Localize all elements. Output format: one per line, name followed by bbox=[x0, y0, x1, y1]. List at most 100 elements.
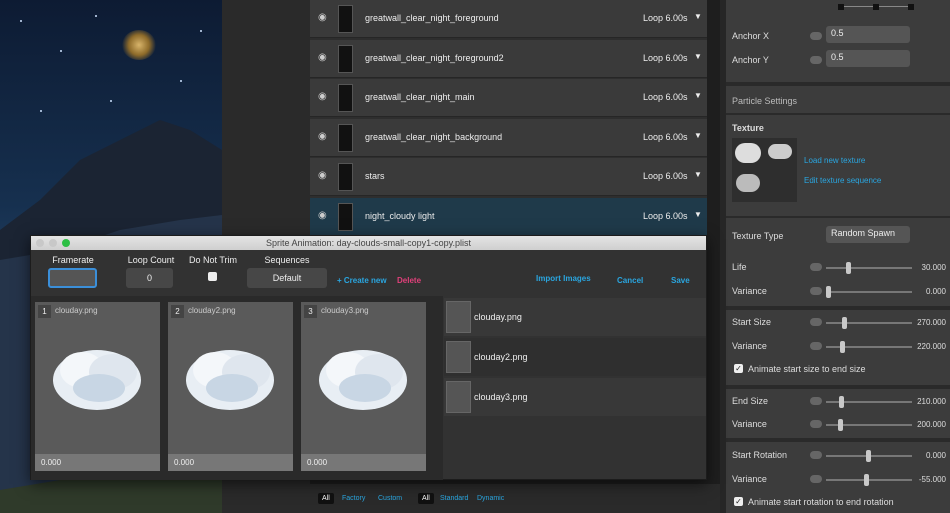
variance3-label: Variance bbox=[732, 419, 767, 429]
variance2-slider-track[interactable] bbox=[826, 346, 912, 348]
layer-row[interactable]: ◉ greatwall_clear_night_main Loop 6.00s ▼ bbox=[310, 79, 707, 117]
sequence-select[interactable]: Default bbox=[247, 268, 327, 288]
end_size-label: End Size bbox=[732, 396, 769, 406]
properties-panel: Anchor X 0.5 Anchor Y 0.5 Particle Setti… bbox=[720, 0, 950, 513]
cloud-icon[interactable] bbox=[810, 32, 822, 40]
layer-name: greatwall_clear_night_foreground2 bbox=[365, 52, 504, 63]
do-not-trim-checkbox[interactable] bbox=[208, 272, 217, 281]
life-slider-track[interactable] bbox=[826, 267, 912, 269]
animate-rotation-checkbox[interactable]: ✓ bbox=[734, 497, 743, 506]
frame-tile[interactable]: 1 clouday.png 0.000 bbox=[35, 302, 160, 471]
start_rotation-slider-knob[interactable] bbox=[866, 450, 871, 462]
start_size-value: 270.000 bbox=[917, 318, 946, 327]
load-texture-link[interactable]: Load new texture bbox=[804, 156, 865, 165]
eye-icon[interactable]: ◉ bbox=[318, 171, 330, 181]
eye-icon[interactable]: ◉ bbox=[318, 210, 330, 221]
variance4-slider-knob[interactable] bbox=[864, 474, 869, 486]
variance3-slider-knob[interactable] bbox=[838, 419, 843, 431]
variance1-slider-knob[interactable] bbox=[826, 286, 831, 298]
filter-all2-button[interactable]: All bbox=[418, 493, 434, 504]
import-images-button[interactable]: Import Images bbox=[536, 274, 591, 283]
cloud-icon[interactable] bbox=[810, 397, 822, 405]
cloud-icon[interactable] bbox=[810, 56, 822, 64]
cloud-icon[interactable] bbox=[810, 475, 822, 483]
sprite-list-item[interactable]: clouday3.png bbox=[444, 378, 706, 416]
variance1-value: 0.000 bbox=[925, 287, 946, 296]
zoom-icon[interactable] bbox=[62, 239, 70, 247]
frame-tile[interactable]: 2 clouday2.png 0.000 bbox=[168, 302, 293, 471]
cancel-button[interactable]: Cancel bbox=[617, 276, 643, 285]
close-icon[interactable] bbox=[36, 239, 44, 247]
particle-settings-header[interactable]: Particle Settings bbox=[732, 96, 797, 106]
eye-icon[interactable]: ◉ bbox=[318, 92, 330, 102]
sprite-filename: clouday3.png bbox=[474, 392, 528, 402]
end_size-slider-knob[interactable] bbox=[839, 396, 844, 408]
minimize-icon[interactable] bbox=[49, 239, 57, 247]
life-slider-knob[interactable] bbox=[846, 262, 851, 274]
start_size-slider-track[interactable] bbox=[826, 322, 912, 324]
filter-all-button[interactable]: All bbox=[318, 493, 334, 504]
frame-duration[interactable]: 0.000 bbox=[35, 454, 160, 471]
start_size-slider-knob[interactable] bbox=[842, 317, 847, 329]
edit-texture-sequence-link[interactable]: Edit texture sequence bbox=[804, 176, 881, 185]
sprite-list-item[interactable]: clouday.png bbox=[444, 298, 706, 336]
save-button[interactable]: Save bbox=[671, 276, 690, 285]
cloud-icon[interactable] bbox=[810, 263, 822, 271]
filter-dynamic-button[interactable]: Dynamic bbox=[473, 493, 508, 504]
variance4-slider-track[interactable] bbox=[826, 479, 912, 481]
layer-loop: Loop 6.00s bbox=[643, 92, 688, 102]
dialog-titlebar[interactable]: Sprite Animation: day-clouds-small-copy1… bbox=[31, 236, 706, 250]
sprite-list-item[interactable]: clouday2.png bbox=[444, 338, 706, 376]
cloud-icon[interactable] bbox=[810, 342, 822, 350]
frame-duration[interactable]: 0.000 bbox=[168, 454, 293, 471]
chevron-down-icon[interactable]: ▼ bbox=[694, 52, 702, 61]
life-value: 30.000 bbox=[921, 263, 946, 272]
chevron-down-icon[interactable]: ▼ bbox=[694, 210, 702, 219]
anchor-grid[interactable] bbox=[838, 4, 914, 10]
cloud-image bbox=[319, 350, 407, 410]
cloud-icon[interactable] bbox=[810, 451, 822, 459]
layer-thumbnail bbox=[338, 5, 353, 33]
layer-row[interactable]: ◉ night_cloudy light Loop 6.00s ▼ bbox=[310, 197, 707, 236]
chevron-down-icon[interactable]: ▼ bbox=[694, 12, 702, 21]
frame-filename: clouday.png bbox=[55, 306, 98, 315]
frame-number: 2 bbox=[171, 305, 184, 318]
cloud-image bbox=[53, 350, 141, 410]
layer-row[interactable]: ◉ greatwall_clear_night_foreground Loop 6.… bbox=[310, 0, 707, 38]
layer-row[interactable]: ◉ stars Loop 6.00s ▼ bbox=[310, 158, 707, 196]
layer-name: greatwall_clear_night_main bbox=[365, 92, 475, 102]
variance2-label: Variance bbox=[732, 341, 767, 351]
sprite-filename: clouday.png bbox=[474, 312, 522, 322]
eye-icon[interactable]: ◉ bbox=[318, 13, 330, 23]
cloud-icon[interactable] bbox=[810, 420, 822, 428]
filter-custom-button[interactable]: Custom bbox=[374, 493, 406, 504]
create-new-button[interactable]: + Create new bbox=[337, 276, 387, 285]
texture-preview[interactable] bbox=[732, 138, 797, 202]
anchor-y-input[interactable]: 0.5 bbox=[826, 50, 910, 67]
delete-button[interactable]: Delete bbox=[397, 276, 421, 285]
eye-icon[interactable]: ◉ bbox=[318, 52, 330, 63]
texture-type-select[interactable]: Random Spawn bbox=[826, 226, 910, 243]
filter-factory-button[interactable]: Factory bbox=[338, 493, 369, 504]
chevron-down-icon[interactable]: ▼ bbox=[694, 131, 702, 140]
layer-row[interactable]: ◉ greatwall_clear_night_foreground2 Loop 6… bbox=[310, 39, 707, 78]
loop-count-label: Loop Count bbox=[127, 255, 175, 265]
cloud-icon[interactable] bbox=[810, 318, 822, 326]
animate-size-checkbox[interactable]: ✓ bbox=[734, 364, 743, 373]
variance2-slider-knob[interactable] bbox=[840, 341, 845, 353]
loop-count-input[interactable]: 0 bbox=[126, 268, 173, 288]
framerate-input[interactable] bbox=[48, 268, 97, 288]
cloud-icon[interactable] bbox=[810, 287, 822, 295]
frame-number: 1 bbox=[38, 305, 51, 318]
chevron-down-icon[interactable]: ▼ bbox=[694, 170, 702, 179]
layer-row[interactable]: ◉ greatwall_clear_night_background Loop 6.… bbox=[310, 118, 707, 157]
chevron-down-icon[interactable]: ▼ bbox=[694, 91, 702, 100]
frame-tile[interactable]: 3 clouday3.png 0.000 bbox=[301, 302, 426, 471]
frame-duration[interactable]: 0.000 bbox=[301, 454, 426, 471]
anchor-x-input[interactable]: 0.5 bbox=[826, 26, 910, 43]
filter-standard-button[interactable]: Standard bbox=[436, 493, 472, 504]
variance1-slider-track[interactable] bbox=[826, 291, 912, 293]
eye-icon[interactable]: ◉ bbox=[318, 131, 330, 142]
sequences-label: Sequences bbox=[264, 255, 310, 265]
layer-loop: Loop 6.00s bbox=[643, 131, 688, 142]
